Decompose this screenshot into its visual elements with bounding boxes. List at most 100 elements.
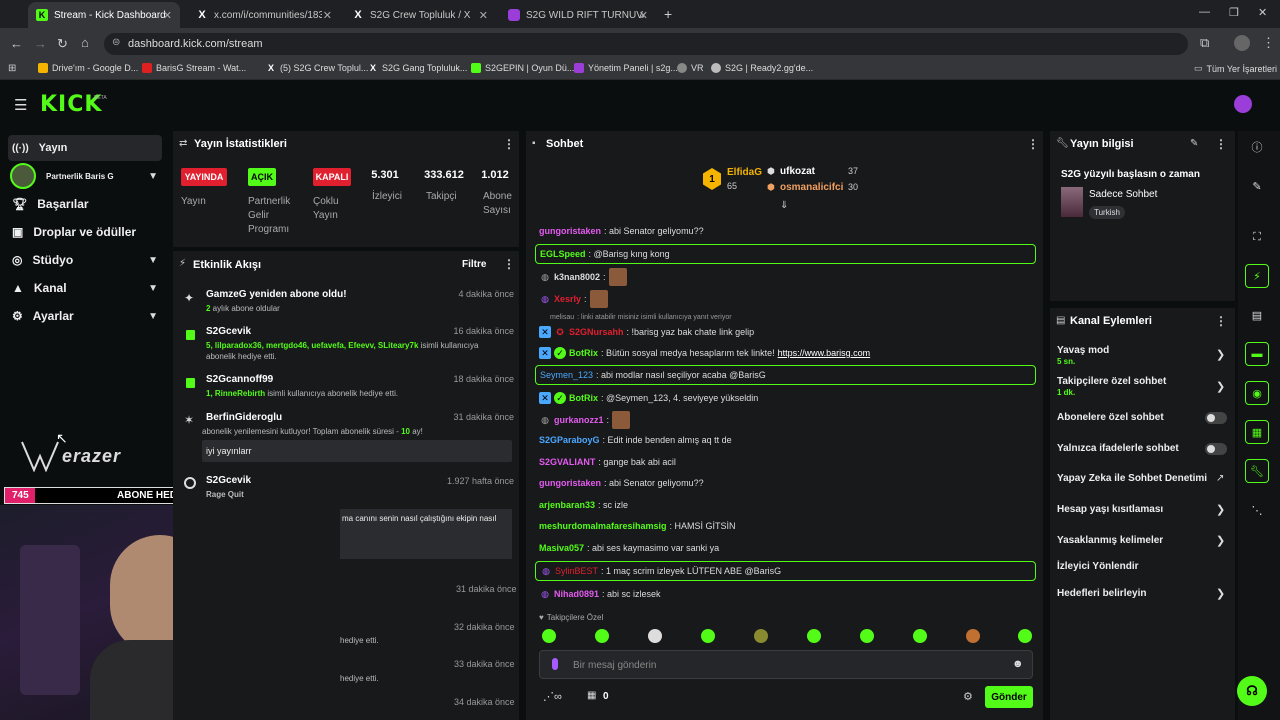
chat-settings-icon[interactable]: ⚙ (963, 690, 973, 703)
edit-icon[interactable]: ✎ (1190, 138, 1198, 149)
bookmark-item[interactable]: X (5) S2G Crew Toplul... (266, 63, 368, 73)
sidebar-item-basarilar[interactable]: 🏆︎ Başarılar (8, 191, 162, 217)
set-goals-setting[interactable]: Hedefleri belirleyin (1057, 588, 1227, 599)
chat-icon[interactable]: ▬ (1245, 342, 1269, 366)
profile-avatar[interactable] (1234, 35, 1250, 51)
sidebar-item-droplar[interactable]: ▣ Droplar ve ödüller (8, 219, 162, 245)
emote-icon[interactable] (860, 629, 874, 643)
top-gifter-name[interactable]: ufkozat (780, 166, 815, 177)
share-icon[interactable]: ⋱ (1245, 498, 1269, 522)
chat-message[interactable]: ✕ ✓ BotRix: Bütün sosyal medya hesaplarım … (539, 347, 1035, 359)
chat-message[interactable]: ◍ Xesrly: (539, 290, 1035, 308)
menu-icon[interactable]: ⋮ (1262, 35, 1275, 51)
send-button[interactable]: Gönder (985, 686, 1033, 708)
chevron-right-icon[interactable]: ❯ (1216, 534, 1225, 547)
chat-message[interactable]: ✕ ✪ S2GNursahh: !barisg yaz bak chate link… (539, 326, 1035, 338)
chat-message[interactable]: ✕ ✓ BotRix: @Seymen_123, 4. seviyeye yükse… (539, 392, 1035, 404)
bookmark-item[interactable]: X S2G Gang Topluluk... (368, 63, 467, 73)
emoji-icon[interactable]: ☻ (1012, 658, 1024, 670)
top-gifter-name[interactable]: osmanalicifci (780, 182, 843, 193)
all-bookmarks[interactable]: ▭ Tüm Yer İşaretleri (1194, 63, 1277, 74)
chat-message[interactable]: S2GVALIANT: gange bak abi acil (539, 457, 1035, 467)
channel-points-icon[interactable]: ⋰∞ (543, 690, 562, 703)
chat-input[interactable]: Bir mesaj gönderin ☻ (539, 650, 1033, 679)
emote-only-toggle[interactable] (1205, 443, 1227, 455)
bookmark-item[interactable]: Drive'ım - Google D... (38, 63, 138, 73)
reload-icon[interactable]: ↻ (57, 36, 68, 52)
pin-icon[interactable]: ⇓ (780, 200, 788, 211)
url-input[interactable]: ⊜ dashboard.kick.com/stream (104, 33, 1188, 55)
back-icon[interactable]: ← (10, 36, 23, 51)
broadcast-icon[interactable]: ◉ (1245, 381, 1269, 405)
close-icon[interactable]: ✕ (479, 9, 488, 22)
bookmark-item[interactable]: BarisG Stream - Wat... (142, 63, 246, 73)
lightning-icon[interactable]: ⚡︎ (1245, 264, 1269, 288)
tab-x-community[interactable]: X x.com/i/communities/1835319 ✕ (188, 2, 340, 28)
info-icon[interactable]: ⓘ (1245, 135, 1269, 159)
tab-s2g-tournament[interactable]: S2G WILD RIFT TURNUVASI | R ✕ (500, 2, 656, 28)
more-options-icon[interactable]: ⋮ (1215, 314, 1227, 328)
followers-only-setting[interactable]: Takipçilere özel sohbet 1 dk. (1057, 376, 1227, 398)
bookmark-item[interactable]: S2G | Ready2.gg'de... (711, 63, 813, 73)
site-info-icon[interactable]: ⊜ (112, 37, 120, 48)
forward-icon[interactable]: → (34, 36, 47, 51)
chat-message[interactable]: arjenbaran33: sc izle (539, 500, 1035, 510)
chat-message[interactable]: ◍ Nihad0891: abi sc izlesek (539, 588, 1035, 600)
subscriber-only-setting[interactable]: Abonelere özel sohbet (1057, 412, 1227, 423)
bookmark-item[interactable]: S2GEPIN | Oyun Dü... (471, 63, 574, 73)
layout-icon[interactable]: ▦ (1245, 420, 1269, 444)
close-icon[interactable]: ✕ (323, 9, 332, 22)
chevron-right-icon[interactable]: ❯ (1216, 587, 1225, 600)
more-options-icon[interactable]: ⋮ (503, 257, 515, 271)
filter-button[interactable]: Filtre (462, 259, 486, 270)
external-link-icon[interactable]: ↗ (1216, 473, 1224, 484)
chevron-right-icon[interactable]: ❯ (1216, 348, 1225, 361)
chat-message-highlight[interactable]: ◍ SylinBEST: 1 maç scrim izleyek LÜTFEN A… (535, 561, 1036, 581)
fullscreen-icon[interactable]: ⛶ (1245, 225, 1269, 249)
top-gifter-name[interactable]: ElfidaG (727, 167, 762, 178)
more-options-icon[interactable]: ⋮ (1215, 137, 1227, 151)
sidebar-item-studyo[interactable]: ◎ Stüdyo ▼ (8, 247, 162, 273)
sidebar-item-ayarlar[interactable]: ⚙ Ayarlar ▼ (8, 303, 162, 329)
bookmark-item[interactable]: Yönetim Paneli | s2g... (574, 63, 678, 73)
emote-icon[interactable] (701, 629, 715, 643)
bookmark-item[interactable]: VR (677, 63, 704, 73)
chat-message[interactable]: gungoristaken: abi Senator geliyomu?? (539, 226, 1035, 236)
minimize-icon[interactable]: — (1199, 6, 1210, 18)
new-tab-icon[interactable]: + (664, 6, 672, 22)
chat-message[interactable]: gungoristaken: abi Senator geliyomu?? (539, 478, 1035, 488)
close-icon[interactable]: ✕ (639, 9, 648, 22)
window-close-icon[interactable]: ✕ (1258, 6, 1267, 19)
slow-mode-setting[interactable]: Yavaş mod 5 sn. (1057, 345, 1227, 367)
ai-moderation-setting[interactable]: Yapay Zeka ile Sohbet Denetimi (1057, 473, 1227, 484)
apps-icon[interactable]: ⊞ (8, 63, 16, 74)
support-headset-icon[interactable]: ☊ (1237, 676, 1267, 706)
chevron-right-icon[interactable]: ❯ (1216, 503, 1225, 516)
microphone-icon[interactable] (552, 658, 558, 670)
banned-words-setting[interactable]: Yasaklanmış kelimeler (1057, 535, 1227, 546)
close-icon[interactable]: ✕ (163, 9, 172, 22)
sidebar-item-yayin[interactable]: ((·)) Yayın (8, 135, 162, 161)
chat-message[interactable]: ◍ k3nan8002: (539, 268, 1035, 286)
tab-s2g-crew[interactable]: X S2G Crew Topluluk / X ✕ (344, 2, 496, 28)
chevron-right-icon[interactable]: ❯ (1216, 380, 1225, 393)
hamburger-menu-icon[interactable]: ☰ (14, 96, 27, 114)
host-viewers-setting[interactable]: İzleyici Yönlendir (1057, 561, 1227, 572)
restore-icon[interactable]: ❐ (1229, 6, 1239, 19)
account-age-setting[interactable]: Hesap yaşı kısıtlaması (1057, 504, 1227, 515)
chat-message[interactable]: ◍ gurkanozz1: (539, 411, 1035, 429)
stream-category[interactable]: Sadece Sohbet (1089, 189, 1157, 200)
emote-icon[interactable] (1018, 629, 1032, 643)
emote-icon[interactable] (542, 629, 556, 643)
sidebar-item-partnerlik[interactable]: Partnerlik Baris G ▼ (8, 163, 162, 189)
emote-icon[interactable] (913, 629, 927, 643)
subscriber-only-toggle[interactable] (1205, 412, 1227, 424)
emote-only-setting[interactable]: Yalnızca ifadelerle sohbet (1057, 443, 1227, 454)
chat-message-highlight[interactable]: EGLSpeed: @Barisg kıng kong (535, 244, 1036, 264)
chat-message[interactable]: meshurdomalmafaresihamsig: HAMSİ GİTSİN (539, 521, 1035, 531)
emote-icon[interactable] (754, 629, 768, 643)
wrench-icon[interactable]: 🔧︎ (1245, 459, 1269, 483)
more-options-icon[interactable]: ⋮ (1027, 137, 1039, 151)
more-options-icon[interactable]: ⋮ (503, 137, 515, 151)
home-icon[interactable]: ⌂ (81, 35, 89, 50)
